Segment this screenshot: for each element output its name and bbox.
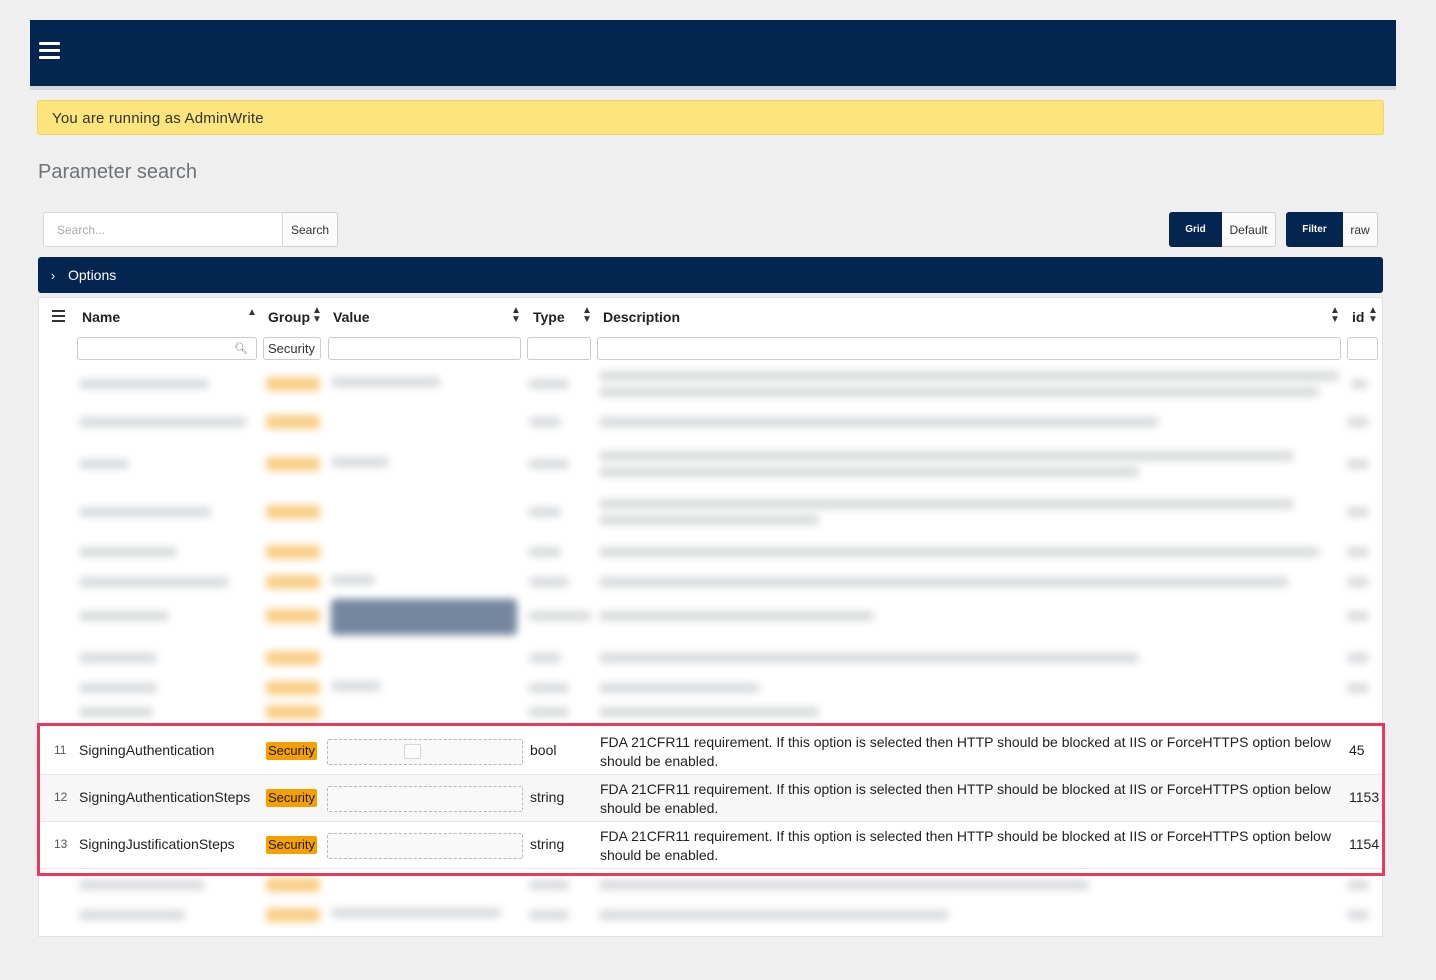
group-badge: Security <box>266 836 317 854</box>
column-menu-icon[interactable] <box>52 310 65 325</box>
row-number: 13 <box>54 837 68 851</box>
parameter-description: FDA 21CFR11 requirement. If this option … <box>600 828 1331 863</box>
parameter-type: string <box>530 836 565 852</box>
row-number: 11 <box>54 743 67 757</box>
search-group: Search <box>43 212 338 247</box>
magnifier-icon: 🔍︎ <box>234 343 248 355</box>
column-header-group[interactable]: Group <box>268 298 310 336</box>
type-filter-input[interactable] <box>527 337 591 360</box>
column-header-name[interactable]: Name <box>82 298 120 336</box>
parameter-name: SigningJustificationSteps <box>79 836 235 852</box>
parameter-id: 45 <box>1349 742 1365 758</box>
parameter-id: 1153 <box>1349 789 1380 805</box>
row-number: 12 <box>54 790 68 804</box>
navbar-divider <box>30 86 1396 90</box>
grid-view-button[interactable]: Grid <box>1169 212 1222 247</box>
options-panel-toggle[interactable]: › Options <box>38 257 1383 293</box>
search-input[interactable] <box>43 212 283 247</box>
value-text-input[interactable] <box>327 833 523 859</box>
value-checkbox[interactable] <box>404 744 421 759</box>
table-row[interactable]: 13 SigningJustificationSteps Security st… <box>39 822 1382 869</box>
view-toggle-group: Grid Default <box>1169 212 1276 247</box>
description-filter-input[interactable] <box>597 337 1341 360</box>
sort-arrows-icon[interactable]: ▲ ▼ <box>1330 306 1340 325</box>
sort-arrows-icon[interactable]: ▲ ▼ <box>1368 306 1378 325</box>
parameter-description: FDA 21CFR11 requirement. If this option … <box>600 734 1331 769</box>
table-row[interactable]: 12 SigningAuthenticationSteps Security s… <box>39 775 1382 822</box>
value-filter-input[interactable] <box>328 337 521 360</box>
page-title: Parameter search <box>38 161 197 183</box>
group-filter-input[interactable]: Security <box>263 337 321 360</box>
sort-asc-icon[interactable]: ▲ <box>247 308 257 318</box>
group-badge: Security <box>266 742 317 760</box>
column-header-type[interactable]: Type <box>533 298 565 336</box>
role-alert-banner: You are running as AdminWrite <box>37 100 1384 135</box>
id-filter-input[interactable] <box>1347 337 1378 360</box>
parameter-description: FDA 21CFR11 requirement. If this option … <box>600 781 1331 816</box>
value-checkbox-cell[interactable] <box>327 739 523 765</box>
mode-toggle-group: Filter raw <box>1286 212 1378 247</box>
hamburger-menu-icon[interactable] <box>39 42 60 60</box>
chevron-right-icon: › <box>50 267 56 283</box>
blurred-rows <box>39 870 1382 936</box>
column-header-description[interactable]: Description <box>603 298 680 336</box>
sort-arrows-icon[interactable]: ▲ ▼ <box>511 306 521 325</box>
table-row[interactable]: 11 SigningAuthentication Security bool F… <box>39 728 1382 775</box>
parameter-type: string <box>530 789 565 805</box>
raw-mode-button[interactable]: raw <box>1343 212 1378 247</box>
top-navbar <box>30 20 1396 86</box>
parameter-grid: Name ▲ Group ▲ ▼ Value ▲ ▼ Type ▲ ▼ Descrip… <box>38 297 1383 937</box>
column-header-value[interactable]: Value <box>333 298 370 336</box>
parameter-type: bool <box>530 742 557 758</box>
parameter-name: SigningAuthenticationSteps <box>79 789 251 805</box>
parameter-name: SigningAuthentication <box>79 742 215 758</box>
sort-arrows-icon[interactable]: ▲ ▼ <box>312 306 322 325</box>
default-view-button[interactable]: Default <box>1222 212 1276 247</box>
search-button[interactable]: Search <box>283 212 338 247</box>
value-text-input[interactable] <box>327 786 523 812</box>
name-filter-input[interactable]: 🔍︎ <box>77 337 257 360</box>
options-label: Options <box>68 267 117 283</box>
parameter-id: 1154 <box>1349 836 1380 852</box>
filter-mode-button[interactable]: Filter <box>1286 212 1343 247</box>
column-header-id[interactable]: id <box>1352 298 1364 336</box>
blurred-rows <box>39 363 1382 723</box>
group-badge: Security <box>266 789 317 807</box>
sort-arrows-icon[interactable]: ▲ ▼ <box>582 306 592 325</box>
